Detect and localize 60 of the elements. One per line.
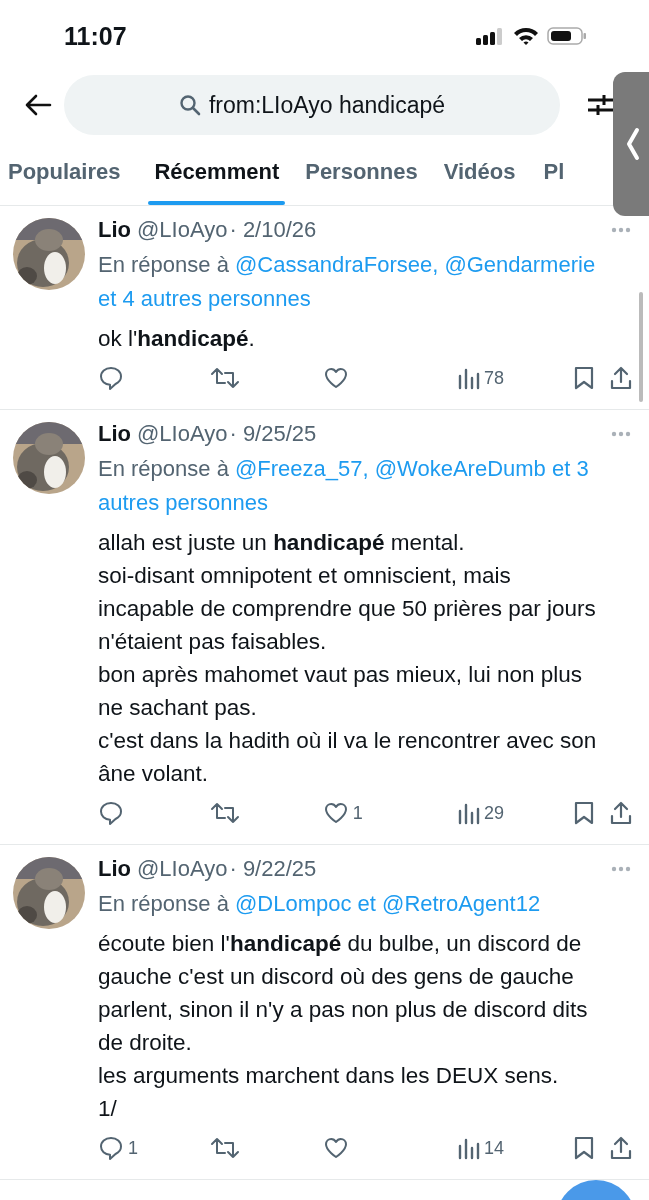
bookmark-icon — [573, 365, 596, 391]
status-time: 11:07 — [64, 21, 127, 51]
reply-button[interactable]: 1 — [98, 1135, 211, 1161]
bar-chart-icon — [457, 801, 480, 825]
share-icon — [609, 365, 633, 391]
heart-icon — [322, 800, 349, 826]
author-name[interactable]: Lio — [98, 421, 131, 447]
tweet-text: allah est juste un handicapé mental. — [98, 529, 466, 557]
tweet-text: 1/ — [98, 1095, 118, 1123]
search-tab[interactable]: Récemment — [148, 147, 286, 205]
search-icon — [178, 94, 201, 116]
tweet-date: · 9/22/25 — [229, 856, 317, 882]
reply-context: En réponse à @Freeza_57, @WokeAreDumb et 3 autres personnes — [98, 455, 590, 517]
battery-icon — [547, 26, 587, 46]
reply-context: En réponse à @DLompoc et @RetroAgent12 — [98, 890, 542, 918]
bar-chart-icon — [457, 1136, 480, 1160]
speech-bubble-icon — [98, 1135, 124, 1161]
tweet-text: soi-disant omnipotent et omniscient, mais incapable de comprendre que 50 prières par jours n'étaient pas faisables. — [98, 562, 597, 656]
views-button[interactable]: 14 — [457, 1136, 574, 1160]
speech-bubble-icon — [98, 800, 124, 826]
share-button[interactable] — [609, 365, 633, 391]
share-button[interactable] — [609, 800, 633, 826]
search-tab[interactable]: Personnes — [299, 147, 424, 205]
repost-icon — [210, 800, 241, 826]
wifi-icon — [513, 26, 539, 46]
tweet-date: · 9/25/25 — [229, 421, 317, 447]
side-handle[interactable] — [613, 72, 649, 216]
speech-bubble-icon — [98, 365, 124, 391]
repost-icon — [210, 1135, 241, 1161]
tweet-date: · 2/10/26 — [229, 217, 317, 243]
author-handle[interactable]: @LIoAyo — [137, 856, 228, 882]
search-tab[interactable]: Pl — [537, 147, 571, 205]
views-button[interactable]: 78 — [457, 366, 574, 390]
author-name[interactable]: Lio — [98, 217, 131, 243]
search-tab[interactable]: Populaires — [2, 147, 127, 205]
tweet-text: c'est dans la hadith où il va le rencontrer avec son âne volant. — [98, 727, 598, 788]
heart-icon — [322, 1135, 349, 1161]
share-icon — [609, 1135, 633, 1161]
author-handle[interactable]: @LIoAyo — [137, 217, 228, 243]
signal-icon — [475, 26, 505, 46]
like-button[interactable]: 1 — [322, 800, 458, 826]
tweet-text: bon après mahomet vaut pas mieux, lui non plus ne sachant pas. — [98, 661, 584, 722]
tweet-text: écoute bien l'handicapé du bulbe, un discord de gauche c'est un discord où des gens de gauche parlent, sinon il n'y a pas non plus de discord dits de droite. — [98, 930, 589, 1057]
bookmark-icon — [573, 800, 596, 826]
search-field[interactable]: from:LIoAyo handicapé — [64, 75, 560, 135]
back-arrow-icon[interactable] — [24, 93, 52, 117]
tweet-text: ok l'handicapé. — [98, 325, 256, 353]
tweet-text: les arguments marchent dans les DEUX sens. — [98, 1062, 560, 1090]
bookmark-icon — [573, 1135, 596, 1161]
share-button[interactable] — [609, 1135, 633, 1161]
reply-context: En réponse à @CassandraForsee, @Gendarmerie et 4 autres personnes — [98, 251, 597, 313]
share-icon — [609, 800, 633, 826]
views-button[interactable]: 29 — [457, 801, 574, 825]
search-tab[interactable]: Vidéos — [437, 147, 522, 205]
repost-icon — [210, 365, 241, 391]
bar-chart-icon — [457, 366, 480, 390]
author-name[interactable]: Lio — [98, 856, 131, 882]
heart-icon — [322, 365, 349, 391]
chevron-left-icon — [625, 127, 641, 161]
author-handle[interactable]: @LIoAyo — [137, 421, 228, 447]
